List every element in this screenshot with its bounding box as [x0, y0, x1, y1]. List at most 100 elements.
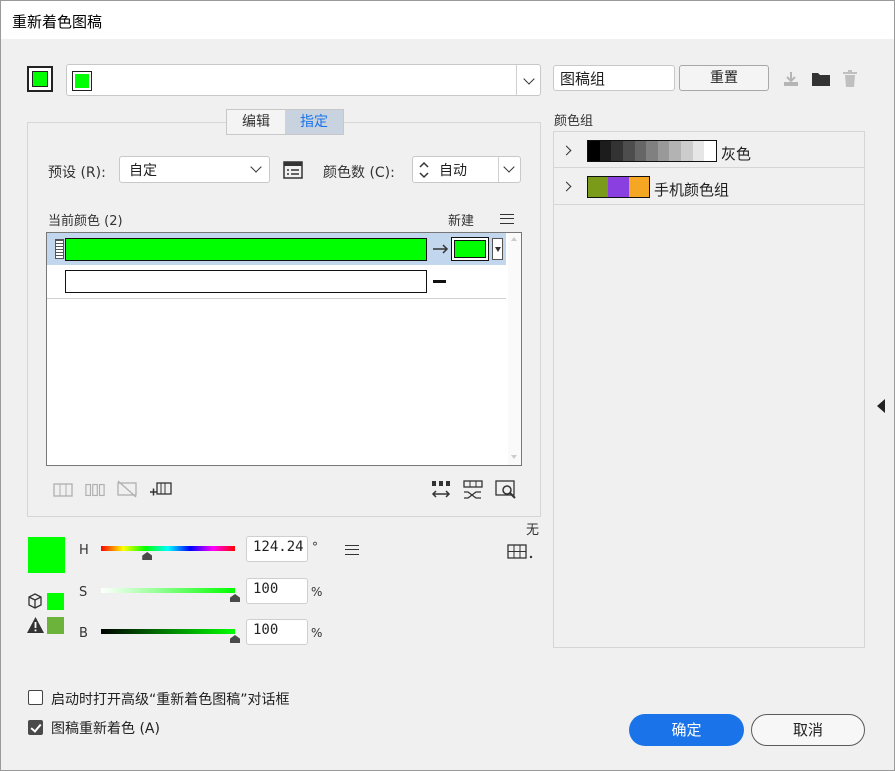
arrow-right-icon[interactable]: [432, 241, 450, 257]
selected-color-chip: [72, 71, 92, 91]
color-mode-icon[interactable]: [507, 543, 535, 561]
drag-handle-icon[interactable]: [55, 239, 64, 259]
recolor-artwork-dialog: 重新着色图稿 图稿组 重置 编辑 指定 预设 (R): 自定 颜色数 (C): …: [0, 0, 895, 771]
hue-slider[interactable]: [101, 546, 235, 551]
tab-assign-label: 指定: [300, 114, 328, 130]
color-group-row[interactable]: 灰色: [554, 132, 864, 168]
gamut-color-swatch[interactable]: [47, 617, 64, 634]
ok-label: 确定: [671, 721, 702, 739]
preset-options-icon[interactable]: [282, 159, 304, 181]
chevron-down-icon[interactable]: [518, 69, 540, 91]
reset-button[interactable]: 重置: [679, 65, 769, 91]
chevron-down-icon: [249, 161, 263, 176]
chevron-down-icon[interactable]: [501, 161, 517, 176]
group-name: 手机颜色组: [654, 181, 730, 199]
color-row[interactable]: [47, 233, 506, 265]
color-group-name-input[interactable]: 图稿组: [553, 65, 675, 91]
group-swatch: [646, 141, 658, 161]
merge-colors-icon[interactable]: [53, 482, 73, 498]
new-row-icon[interactable]: [149, 480, 173, 498]
group-swatch: [599, 141, 612, 161]
color-groups-header: 颜色组: [554, 114, 594, 129]
list-scrollbar[interactable]: [508, 233, 521, 465]
color-row[interactable]: [47, 266, 506, 296]
group-name: 灰色: [721, 145, 752, 163]
ok-button[interactable]: 确定: [629, 714, 744, 746]
current-color-bar[interactable]: [65, 270, 427, 293]
color-group-row[interactable]: 手机颜色组: [554, 169, 864, 205]
menu-icon[interactable]: [344, 544, 360, 556]
brightness-slider-thumb[interactable]: [230, 635, 240, 643]
group-swatch-strip: [587, 176, 650, 198]
current-color-preview: [28, 537, 65, 573]
chevron-right-icon[interactable]: [560, 144, 572, 156]
current-colors-label: 当前颜色 (2): [48, 214, 123, 229]
folder-icon[interactable]: [810, 69, 832, 89]
tab-edit[interactable]: 编辑: [227, 110, 285, 134]
saturation-value: 100: [253, 581, 279, 597]
hue-slider-thumb[interactable]: [142, 552, 153, 560]
open-advanced-label: 启动时打开高级“重新着色图稿”对话框: [51, 692, 290, 708]
artwork-colors-dropdown[interactable]: [66, 64, 541, 96]
brightness-value: 100: [253, 622, 279, 638]
stepper-arrows-icon[interactable]: [417, 159, 431, 181]
find-color-icon[interactable]: [495, 480, 517, 500]
saturation-slider-thumb[interactable]: [230, 594, 240, 602]
saturation-input[interactable]: 100: [246, 578, 308, 604]
color-count-value: 自动: [439, 163, 467, 179]
new-color-dropdown[interactable]: [492, 238, 503, 260]
randomize-saturation-icon[interactable]: [462, 480, 484, 500]
caret-down-icon: [495, 247, 501, 252]
recolor-artwork-label: 图稿重新着色 (A): [51, 721, 160, 737]
group-swatch: [634, 141, 647, 161]
hue-input[interactable]: 124.24: [246, 536, 308, 562]
color-count-stepper[interactable]: 自动: [412, 156, 521, 183]
reset-label: 重置: [710, 70, 738, 86]
saturation-slider[interactable]: [101, 588, 235, 593]
scroll-down-icon[interactable]: [511, 455, 517, 459]
save-to-swatches-icon[interactable]: [781, 69, 801, 89]
group-swatch-strip: [587, 140, 717, 162]
group-swatch: [588, 141, 600, 161]
open-advanced-checkbox[interactable]: [28, 690, 43, 705]
none-label: 无: [526, 523, 540, 538]
randomize-order-icon[interactable]: [430, 480, 452, 500]
preset-select[interactable]: 自定: [119, 156, 270, 183]
new-label: 新建: [448, 214, 475, 229]
tab-assign[interactable]: 指定: [285, 110, 343, 134]
group-swatch: [669, 141, 682, 161]
saturation-label: S: [79, 585, 88, 600]
separate-colors-icon[interactable]: [85, 482, 105, 498]
brightness-label: B: [79, 626, 88, 641]
window-title: 重新着色图稿: [12, 13, 103, 31]
warning-icon: [26, 616, 45, 634]
tab-edit-label: 编辑: [242, 114, 270, 130]
color-groups-panel: 灰色 手机颜色组: [553, 131, 865, 648]
title-bar: 重新着色图稿: [1, 1, 894, 39]
current-color-bar[interactable]: [65, 238, 427, 261]
trash-icon[interactable]: [840, 69, 860, 89]
recolor-artwork-checkbox[interactable]: [28, 720, 43, 735]
scroll-up-icon[interactable]: [511, 237, 517, 241]
exclude-colors-icon[interactable]: [116, 480, 138, 498]
brightness-slider[interactable]: [101, 629, 235, 634]
group-swatch: [608, 177, 629, 197]
new-color-swatch[interactable]: [451, 237, 489, 261]
group-swatch: [628, 177, 649, 197]
group-swatch: [611, 141, 623, 161]
current-colors-list: [46, 232, 522, 466]
chevron-right-icon[interactable]: [560, 180, 572, 192]
group-swatch: [692, 141, 705, 161]
group-swatch: [657, 141, 670, 161]
no-new-color-marker: [433, 280, 446, 283]
brightness-unit: %: [311, 626, 323, 640]
collapse-panel-icon[interactable]: [877, 399, 885, 413]
active-color-swatch[interactable]: [27, 66, 53, 92]
cancel-label: 取消: [792, 721, 823, 739]
cancel-button[interactable]: 取消: [751, 714, 865, 746]
menu-icon[interactable]: [499, 212, 515, 226]
hue-value: 124.24: [253, 539, 304, 555]
brightness-input[interactable]: 100: [246, 619, 308, 645]
web-safe-color-swatch[interactable]: [47, 593, 64, 610]
group-swatch: [681, 141, 693, 161]
